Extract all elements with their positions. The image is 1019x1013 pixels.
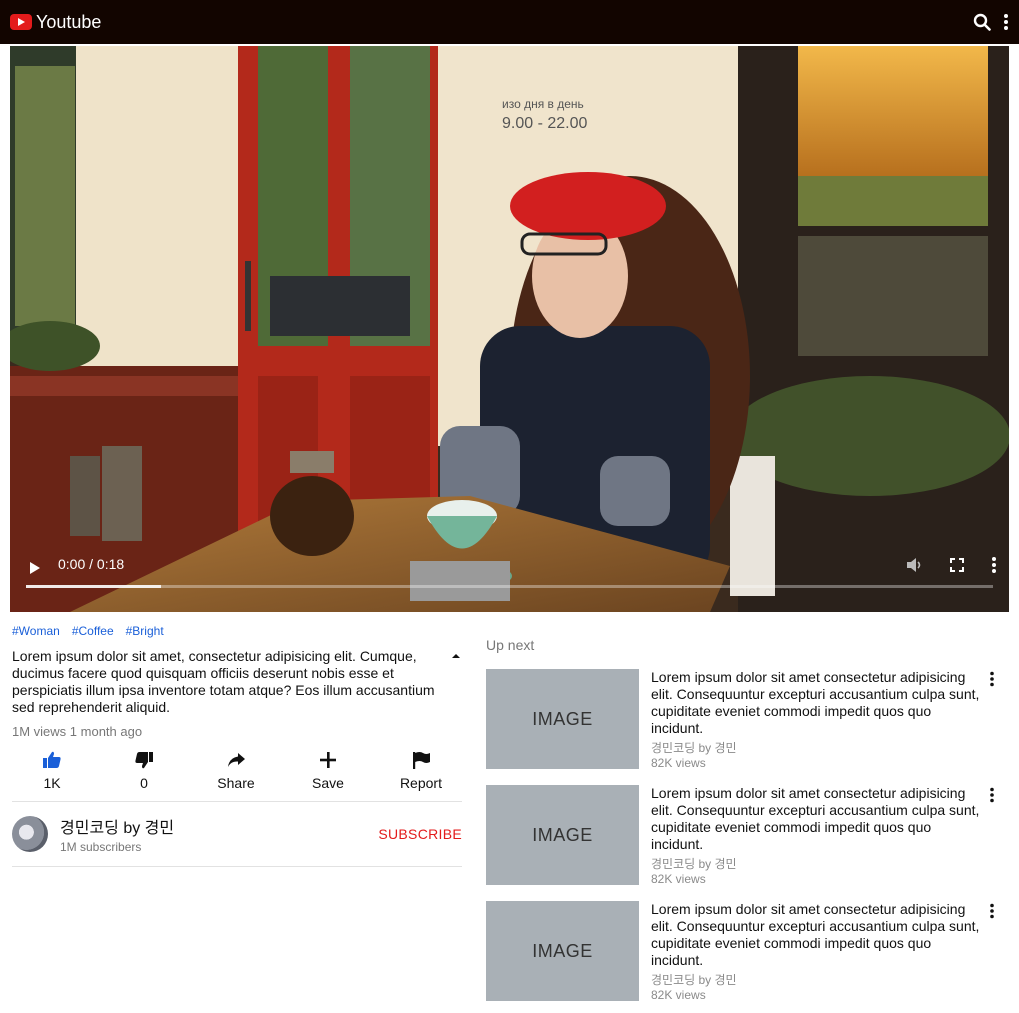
like-button[interactable]: 1K [32,751,72,791]
channel-row: 경민코딩 by 경민 1M subscribers SUBSCRIBE [12,802,462,866]
dislike-button[interactable]: 0 [124,751,164,791]
card-title[interactable]: Lorem ipsum dolor sit amet consectetur a… [651,785,981,853]
channel-name[interactable]: 경민코딩 by 경민 [60,814,174,838]
card-channel: 경민코딩 by 경민 [651,857,737,871]
play-icon[interactable] [28,560,42,576]
video-thumbnail[interactable]: IMAGE [486,785,639,885]
thumbs-up-icon [43,751,61,768]
top-bar: Youtube [0,0,1019,44]
save-label: Save [311,775,344,791]
share-button[interactable]: Share [216,751,256,791]
video-player[interactable]: изо дня в день 9.00 - 22.00 0:00 / 0:18 [10,46,1009,612]
card-channel: 경민코딩 by 경민 [651,973,737,987]
tag-link[interactable]: #Coffee [72,624,114,638]
plus-icon [319,752,336,768]
up-next-card[interactable]: IMAGE Lorem ipsum dolor sit amet consect… [486,785,996,886]
subscriber-count: 1M subscribers [60,840,142,854]
progress-bar[interactable] [26,585,993,588]
card-title[interactable]: Lorem ipsum dolor sit amet consectetur a… [651,669,981,737]
fullscreen-icon[interactable] [949,556,965,574]
card-views: 82K views [651,756,706,770]
video-thumbnail[interactable]: IMAGE [486,901,639,1001]
card-views: 82K views [651,872,706,886]
progress-fill [26,585,162,588]
more-vertical-icon[interactable] [1003,13,1009,31]
more-vertical-icon[interactable] [989,903,995,924]
more-vertical-icon[interactable] [991,556,997,574]
up-next-heading: Up next [486,637,535,653]
video-frame: изо дня в день 9.00 - 22.00 [10,46,1009,612]
more-vertical-icon[interactable] [989,787,995,808]
poster-text-line2: 9.00 - 22.00 [502,115,588,132]
video-description: Lorem ipsum dolor sit amet, consectetur … [12,648,435,715]
poster-text-line1: изо дня в день [502,97,584,111]
like-count: 1K [43,775,61,791]
youtube-logo-icon [10,14,32,30]
search-icon[interactable] [973,13,991,31]
divider [12,866,462,867]
up-next-card[interactable]: IMAGE Lorem ipsum dolor sit amet consect… [486,669,996,770]
avatar[interactable] [12,816,48,852]
up-next-card[interactable]: IMAGE Lorem ipsum dolor sit amet consect… [486,901,996,1002]
app-title: Youtube [36,11,102,32]
time-display: 0:00 / 0:18 [58,556,125,572]
report-label: Report [399,775,442,791]
share-icon [227,753,245,767]
tag-link[interactable]: #Bright [126,624,164,638]
action-bar: 1K 0 Share Save Report [12,751,442,791]
thumbs-down-icon [135,752,153,769]
video-thumbnail[interactable]: IMAGE [486,669,639,769]
player-controls: 0:00 / 0:18 [10,542,1009,612]
tag-link[interactable]: #Woman [12,624,60,638]
video-meta: 1M views 1 month ago [12,724,143,739]
save-button[interactable]: Save [308,751,348,791]
share-label: Share [217,775,255,791]
report-button[interactable]: Report [400,751,442,791]
card-channel: 경민코딩 by 경민 [651,741,737,755]
dislike-count: 0 [140,775,148,791]
more-vertical-icon[interactable] [989,671,995,692]
volume-icon[interactable] [905,556,923,574]
tag-list: #Woman #Coffee #Bright [12,624,462,638]
up-next-panel: Up next IMAGE Lorem ipsum dolor sit amet… [486,637,996,1002]
card-views: 82K views [651,988,706,1002]
video-info: #Woman #Coffee #Bright Lorem ipsum dolor… [12,624,462,867]
subscribe-button[interactable]: SUBSCRIBE [378,826,462,842]
youtube-logo[interactable]: Youtube [10,12,101,33]
collapse-caret-icon[interactable] [452,654,460,658]
flag-icon [412,752,430,769]
card-title[interactable]: Lorem ipsum dolor sit amet consectetur a… [651,901,981,969]
